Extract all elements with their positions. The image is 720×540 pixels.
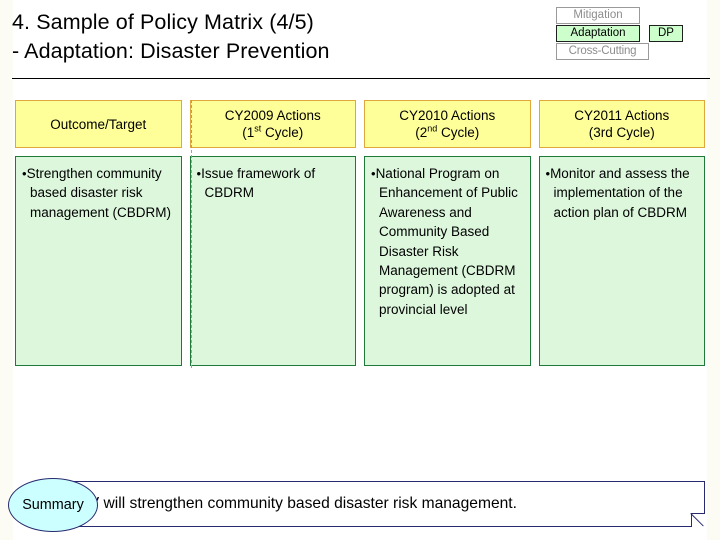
ordinal-suffix: nd — [427, 123, 438, 134]
matrix-column-cy2011: CY2011 Actions (3rd Cycle) •Monitor and … — [538, 100, 705, 366]
column-header-line-1: CY2009 Actions — [224, 108, 321, 123]
bullet-text: Monitor and assess the implementation of… — [550, 166, 690, 220]
column-header-line-1: Outcome/Target — [50, 116, 147, 132]
matrix-cell: •Monitor and assess the implementation o… — [538, 156, 705, 366]
cycle-suffix: Cycle) — [261, 125, 304, 140]
bullet-list-item: •Monitor and assess the implementation o… — [546, 164, 700, 222]
bullet-list-item: •Issue framework of CBDRM — [197, 164, 351, 203]
column-header-line-1: CY2011 Actions — [574, 108, 670, 123]
matrix-column-cy2010: CY2010 Actions (2nd Cycle) •National Pro… — [364, 100, 531, 366]
tag-mitigation[interactable]: Mitigation — [556, 7, 640, 24]
summary-badge: Summary — [8, 478, 98, 532]
column-header-line-2: (1st Cycle) — [242, 124, 303, 141]
policy-matrix: Outcome/Target •Strengthen community bas… — [15, 100, 705, 366]
right-margin-strip — [707, 0, 720, 540]
column-dashed-divider — [191, 100, 192, 368]
left-margin-strip — [0, 0, 13, 540]
summary-text: GoV will strengthen community based disa… — [68, 495, 517, 512]
matrix-column-cy2009: CY2009 Actions (1st Cycle) •Issue framew… — [189, 100, 356, 366]
page-fold-corner-icon — [691, 513, 705, 527]
tag-row-adaptation: Adaptation DP — [556, 25, 696, 42]
bullet-text: Issue framework of CBDRM — [201, 166, 316, 201]
bullet-list-item: •Strengthen community based disaster ris… — [22, 164, 176, 222]
bullet-list-item: •National Program on Enhancement of Publ… — [371, 164, 525, 319]
column-header: CY2009 Actions (1st Cycle) — [189, 100, 356, 148]
column-header: CY2010 Actions (2nd Cycle) — [364, 100, 531, 148]
column-header-line-1: CY2010 Actions — [399, 108, 496, 123]
bullet-text: National Program on Enhancement of Publi… — [375, 166, 518, 317]
tag-dp[interactable]: DP — [649, 25, 683, 42]
column-header: CY2011 Actions (3rd Cycle) — [538, 100, 705, 148]
title-divider-rule — [12, 78, 710, 79]
tag-cross-cutting[interactable]: Cross-Cutting — [556, 43, 649, 60]
column-header: Outcome/Target — [15, 100, 182, 148]
category-tag-group: Mitigation Adaptation DP Cross-Cutting — [556, 7, 696, 60]
matrix-cell: •National Program on Enhancement of Publ… — [364, 156, 531, 366]
column-header-line-2: (3rd Cycle) — [588, 125, 655, 140]
matrix-cell: •Issue framework of CBDRM — [189, 156, 356, 366]
column-header-line-2: (2nd Cycle) — [415, 124, 479, 141]
matrix-cell: •Strengthen community based disaster ris… — [15, 156, 182, 366]
slide-canvas: 4. Sample of Policy Matrix (4/5) - Adapt… — [0, 0, 720, 540]
cycle-prefix: (1 — [242, 125, 255, 140]
title-line-1: 4. Sample of Policy Matrix (4/5) — [12, 10, 314, 34]
matrix-column-outcome-target: Outcome/Target •Strengthen community bas… — [15, 100, 182, 366]
bullet-text: Strengthen community based disaster risk… — [26, 166, 172, 220]
title-line-2: - Adaptation: Disaster Prevention — [12, 39, 330, 63]
page-title: 4. Sample of Policy Matrix (4/5) - Adapt… — [12, 8, 552, 66]
cycle-prefix: (2 — [415, 125, 428, 140]
tag-adaptation[interactable]: Adaptation — [556, 25, 640, 42]
cycle-suffix: Cycle) — [437, 125, 480, 140]
